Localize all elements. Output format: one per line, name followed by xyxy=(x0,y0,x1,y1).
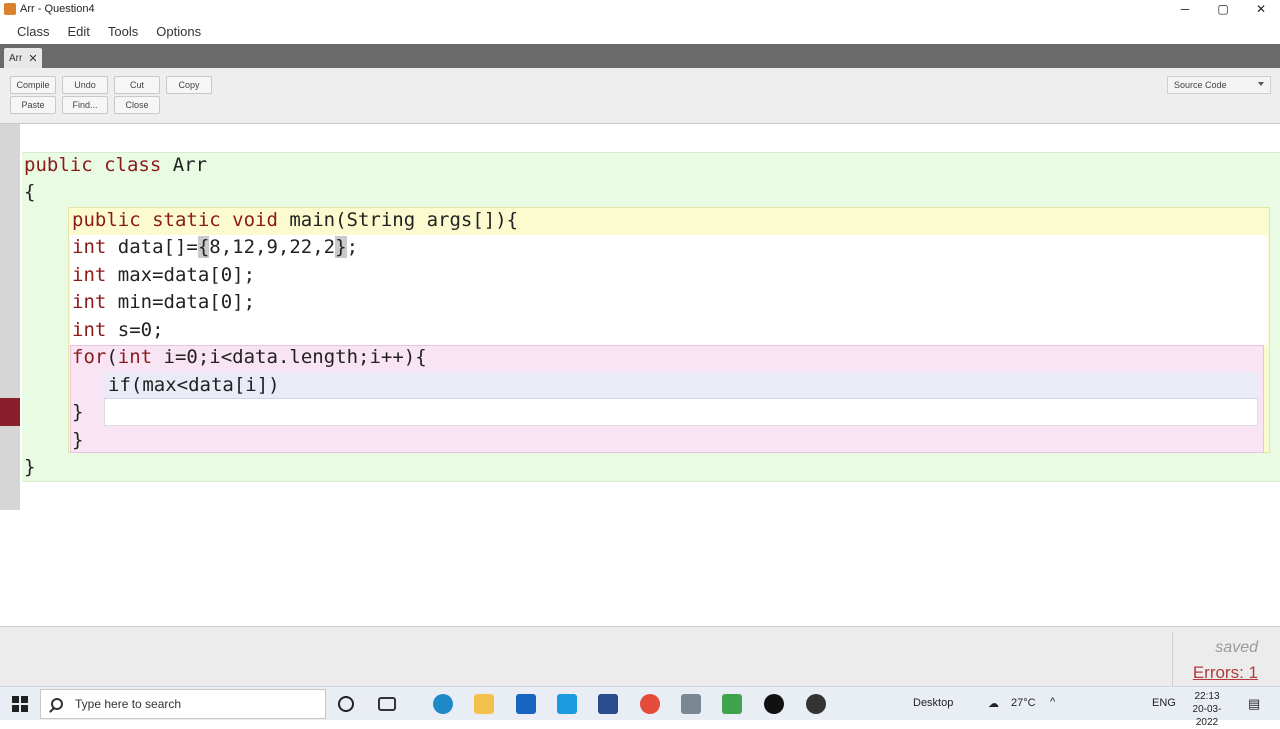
code-line: int max=data[0]; xyxy=(72,264,256,286)
code-line: } xyxy=(72,401,84,423)
matched-bracket: } xyxy=(335,236,347,258)
edge-icon[interactable] xyxy=(433,694,453,714)
menu-options[interactable]: Options xyxy=(147,24,210,39)
cortana-icon[interactable] xyxy=(338,696,354,712)
code-line: if(max<data[i]) xyxy=(108,374,280,396)
chevron-down-icon xyxy=(1258,82,1264,86)
window-controls: ─ ▢ ✕ xyxy=(1166,0,1280,18)
code-line: int min=data[0]; xyxy=(72,291,256,313)
chevron-up-icon[interactable]: ^ xyxy=(1050,696,1055,708)
window-title: Arr - Question4 xyxy=(20,3,95,15)
bluej-app-icon xyxy=(4,3,16,15)
code-editor[interactable]: public class Arr { public static void ma… xyxy=(0,124,1280,626)
paste-button[interactable]: Paste xyxy=(10,96,56,114)
view-select[interactable]: Source Code xyxy=(1167,76,1271,94)
clock-time: 22:13 xyxy=(1194,691,1220,702)
menu-edit[interactable]: Edit xyxy=(59,24,99,39)
close-tab-icon[interactable]: ✕ xyxy=(28,52,37,65)
code-line: { xyxy=(24,181,36,203)
status-box: saved Errors: 1 xyxy=(1172,632,1280,686)
taskbar-search[interactable]: Type here to search xyxy=(40,689,326,719)
weather-temp[interactable]: 27°C xyxy=(1011,697,1036,709)
code-line: for(int i=0;i<data.length;i++){ xyxy=(72,346,427,368)
windows-start-icon[interactable] xyxy=(12,696,28,712)
code-line: } xyxy=(24,456,36,478)
title-bar: Arr - Question4 ─ ▢ ✕ xyxy=(0,0,1280,18)
windows-taskbar: Type here to search Desktop ☁ 27°C ^ ENG… xyxy=(0,686,1280,728)
tab-strip: Arr ✕ xyxy=(0,44,1280,68)
app-icon[interactable] xyxy=(764,694,784,714)
errors-link[interactable]: Errors: 1 xyxy=(1193,663,1258,683)
matched-bracket: { xyxy=(197,236,210,258)
tab-arr[interactable]: Arr ✕ xyxy=(4,48,42,68)
file-explorer-icon[interactable] xyxy=(474,694,494,714)
notification-icon[interactable]: ▤ xyxy=(1248,696,1260,712)
desktop-toolbar[interactable]: Desktop xyxy=(913,697,953,709)
error-marker[interactable] xyxy=(0,398,20,426)
clock[interactable]: 22:13 20-03-2022 xyxy=(1182,690,1232,729)
code-line: int s=0; xyxy=(72,319,164,341)
line-gutter[interactable] xyxy=(0,124,20,510)
close-window-button[interactable]: ✕ xyxy=(1242,0,1280,18)
code-line: public static void main(String args[]){ xyxy=(72,209,519,231)
obs-icon[interactable] xyxy=(806,694,826,714)
menu-class[interactable]: Class xyxy=(8,24,59,39)
store-icon[interactable] xyxy=(598,694,618,714)
tab-label: Arr xyxy=(9,52,23,64)
code-line: public class Arr xyxy=(24,154,208,176)
status-bar: saved Errors: 1 xyxy=(0,626,1280,686)
lync-icon[interactable] xyxy=(557,694,577,714)
undo-button[interactable]: Undo xyxy=(62,76,108,94)
code-line: int data[]={8,12,9,22,2}; xyxy=(72,236,359,258)
code-line: } xyxy=(72,429,84,451)
close-button[interactable]: Close xyxy=(114,96,160,114)
cut-button[interactable]: Cut xyxy=(114,76,160,94)
minimize-button[interactable]: ─ xyxy=(1166,0,1204,18)
saved-status: saved xyxy=(1215,639,1258,656)
view-select-value: Source Code xyxy=(1174,80,1227,90)
search-placeholder: Type here to search xyxy=(75,697,182,711)
greenfoot-icon[interactable] xyxy=(722,694,742,714)
search-icon xyxy=(51,698,63,710)
maximize-button[interactable]: ▢ xyxy=(1204,0,1242,18)
compile-button[interactable]: Compile xyxy=(10,76,56,94)
copy-button[interactable]: Copy xyxy=(166,76,212,94)
mail-icon[interactable] xyxy=(516,694,536,714)
clock-date: 20-03-2022 xyxy=(1192,704,1222,728)
find-button[interactable]: Find... xyxy=(62,96,108,114)
menu-tools[interactable]: Tools xyxy=(99,24,147,39)
language-indicator[interactable]: ENG xyxy=(1152,697,1176,709)
chrome-icon[interactable] xyxy=(640,694,660,714)
menu-bar: Class Edit Tools Options xyxy=(0,18,1280,44)
task-view-icon[interactable] xyxy=(378,697,396,711)
editor-toolbar: Compile Undo Cut Copy Paste Find... Clos… xyxy=(0,68,1280,124)
bluej-taskbar-icon[interactable] xyxy=(681,694,701,714)
weather-icon[interactable]: ☁ xyxy=(988,697,999,710)
